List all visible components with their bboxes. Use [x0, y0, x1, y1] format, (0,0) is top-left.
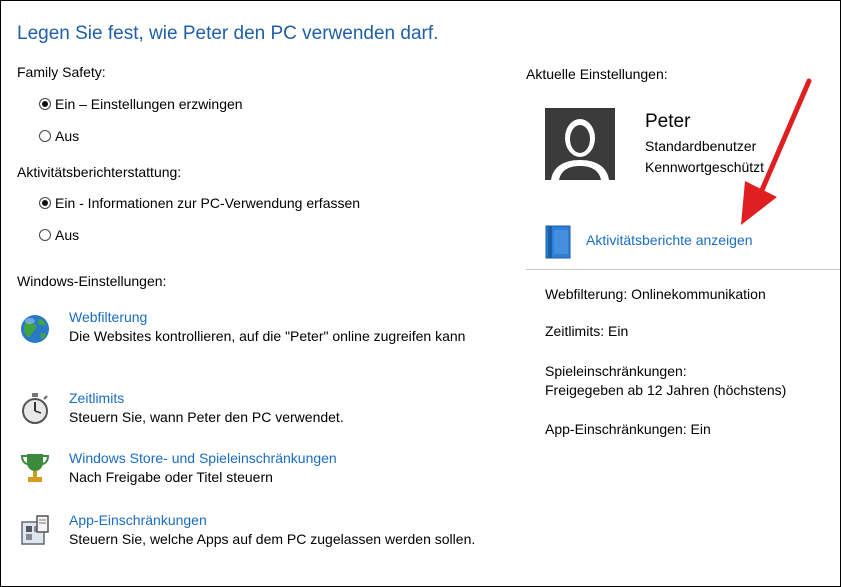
summary-time-limits: Zeitlimits: Ein	[545, 323, 629, 339]
globe-icon	[21, 315, 49, 343]
web-filtering-description: Die Websites kontrollieren, auf die "Pet…	[69, 328, 466, 344]
radio-selected-icon	[39, 197, 51, 209]
summary-games-label: Spieleinschränkungen:	[545, 363, 687, 379]
summary-games-value: Freigegeben ab 12 Jahren (höchstens)	[545, 382, 787, 398]
windows-settings-label: Windows-Einstellungen:	[17, 273, 167, 289]
user-silhouette-icon	[545, 108, 615, 180]
radio-label: Ein – Einstellungen erzwingen	[55, 96, 243, 112]
app-restriction-icon	[21, 515, 49, 545]
web-filtering-link[interactable]: Webfilterung	[69, 309, 147, 325]
summary-app-restrictions: App-Einschränkungen: Ein	[545, 421, 711, 437]
control-panel-window: Legen Sie fest, wie Peter den PC verwend…	[0, 0, 841, 587]
user-avatar	[545, 108, 615, 180]
activity-reports-link[interactable]: Aktivitätsberichte anzeigen	[586, 232, 753, 248]
app-restrictions-description: Steuern Sie, welche Apps auf dem PC zuge…	[69, 531, 476, 547]
app-restrictions-link[interactable]: App-Einschränkungen	[69, 512, 207, 528]
activity-report-icon	[545, 225, 571, 259]
family-safety-off-radio[interactable]: Aus	[39, 128, 79, 144]
current-settings-label: Aktuelle Einstellungen:	[526, 66, 668, 82]
time-limits-link[interactable]: Zeitlimits	[69, 390, 124, 406]
radio-label: Aus	[55, 227, 80, 243]
radio-label: Aus	[55, 128, 80, 144]
activity-reporting-on-radio[interactable]: Ein - Informationen zur PC-Verwendung er…	[39, 195, 360, 211]
page-title: Legen Sie fest, wie Peter den PC verwend…	[17, 23, 439, 44]
store-games-description: Nach Freigabe oder Titel steuern	[69, 469, 273, 485]
radio-unselected-icon	[39, 229, 51, 241]
family-safety-label: Family Safety:	[17, 64, 106, 80]
user-name: Peter	[645, 111, 691, 132]
activity-reporting-label: Aktivitätsberichterstattung:	[17, 164, 182, 180]
divider	[526, 269, 840, 270]
radio-label: Ein - Informationen zur PC-Verwendung er…	[55, 195, 361, 211]
radio-selected-icon	[39, 98, 51, 110]
family-safety-on-radio[interactable]: Ein – Einstellungen erzwingen	[39, 96, 243, 112]
radio-unselected-icon	[39, 130, 51, 142]
trophy-icon	[20, 454, 50, 482]
time-limits-description: Steuern Sie, wann Peter den PC verwendet…	[69, 409, 344, 425]
summary-web-filtering: Webfilterung: Onlinekommunikation	[545, 286, 766, 302]
activity-reporting-off-radio[interactable]: Aus	[39, 227, 79, 243]
stopwatch-icon	[22, 393, 48, 424]
store-games-link[interactable]: Windows Store- und Spieleinschränkungen	[69, 450, 337, 466]
annotation-arrow-icon	[741, 78, 812, 225]
